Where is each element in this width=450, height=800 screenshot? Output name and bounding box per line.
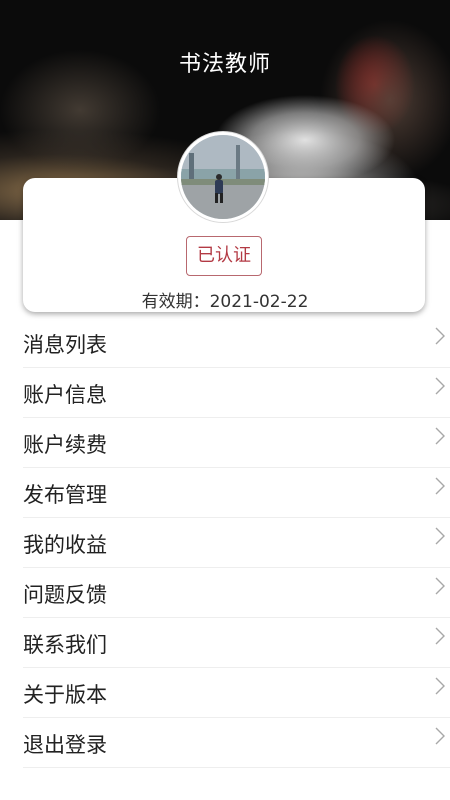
chevron-right-icon [435, 477, 445, 495]
menu-item-contact-us[interactable]: 联系我们 [23, 618, 450, 668]
chevron-right-icon [435, 727, 445, 745]
chevron-right-icon [435, 577, 445, 595]
menu-item-label: 问题反馈 [23, 583, 107, 607]
menu-item-feedback[interactable]: 问题反馈 [23, 568, 450, 618]
menu-item-label: 消息列表 [23, 333, 107, 357]
menu-item-label: 关于版本 [23, 683, 107, 707]
menu-item-label: 账户续费 [23, 433, 107, 457]
menu-item-account-info[interactable]: 账户信息 [23, 368, 450, 418]
menu-item-label: 联系我们 [23, 633, 107, 657]
page-title: 书法教师 [178, 52, 271, 77]
menu-item-earnings[interactable]: 我的收益 [23, 518, 450, 568]
chevron-right-icon [435, 627, 445, 645]
menu-item-publish-management[interactable]: 发布管理 [23, 468, 450, 518]
validity-text: 有效期：2021-02-22 [0, 287, 450, 312]
menu-item-label: 我的收益 [23, 533, 107, 557]
chevron-right-icon [435, 377, 445, 395]
chevron-right-icon [435, 327, 445, 345]
chevron-right-icon [435, 427, 445, 445]
avatar[interactable] [178, 132, 268, 222]
avatar-photo [181, 135, 265, 219]
menu-item-label: 账户信息 [23, 383, 107, 407]
validity-label: 有效期： [141, 292, 210, 312]
menu-item-renewal[interactable]: 账户续费 [23, 418, 450, 468]
verified-badge: 已认证 [186, 236, 262, 276]
menu-item-about-version[interactable]: 关于版本 [23, 668, 450, 718]
chevron-right-icon [435, 677, 445, 695]
menu-item-messages[interactable]: 消息列表 [23, 318, 450, 368]
chevron-right-icon [435, 527, 445, 545]
menu-item-label: 退出登录 [23, 733, 107, 757]
menu-item-label: 发布管理 [23, 483, 107, 507]
menu-item-logout[interactable]: 退出登录 [23, 718, 450, 768]
validity-date: 2021-02-22 [209, 292, 309, 312]
menu-list: 消息列表 账户信息 账户续费 发布管理 我的收益 问题反馈 联系我们 关于版本 … [23, 318, 450, 768]
